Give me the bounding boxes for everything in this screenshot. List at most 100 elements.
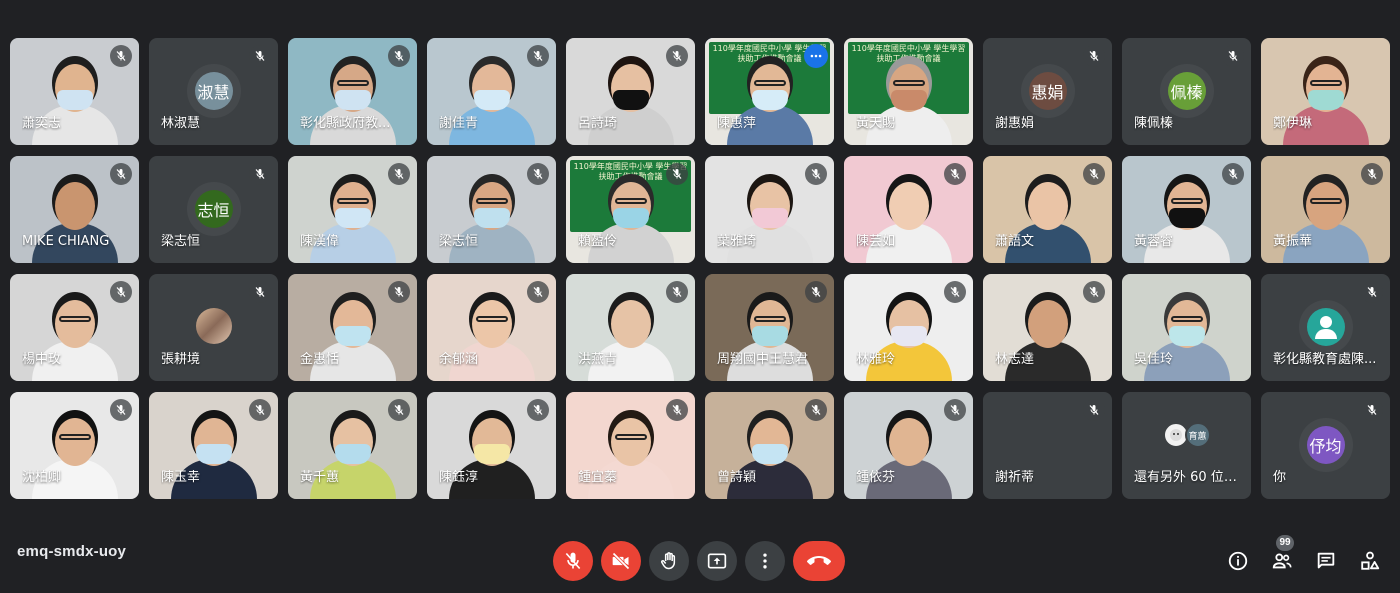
mic-off-icon — [110, 281, 132, 303]
participant-tile[interactable]: 陳漢偉 — [288, 156, 417, 263]
face-mask — [612, 208, 649, 228]
participant-name: 周翔國中王慧君 — [717, 352, 809, 367]
face-mask — [1168, 208, 1205, 228]
glasses — [336, 80, 369, 86]
participant-tile[interactable]: 陳玉幸 — [149, 392, 278, 499]
participant-tile[interactable]: 謝佳青 — [427, 38, 556, 145]
participant-tile[interactable]: 伃均你 — [1261, 392, 1390, 499]
face-mask — [334, 90, 371, 110]
people-icon — [1271, 550, 1293, 572]
participant-tile[interactable]: 楊中玫 — [10, 274, 139, 381]
participant-tile[interactable]: 余郁涵 — [427, 274, 556, 381]
leave-call-button[interactable] — [793, 541, 845, 581]
participant-tile[interactable]: 曾詩穎 — [705, 392, 834, 499]
participant-tile[interactable]: 陳鈺淳 — [427, 392, 556, 499]
participant-name: 彰化縣教育處陳... — [1273, 352, 1377, 367]
participant-tile[interactable]: 110學年度國民中小學 學生學習扶助工作推動會議賴盈伶 — [566, 156, 695, 263]
participant-face — [610, 418, 651, 466]
more-options-icon[interactable] — [804, 44, 828, 68]
face-mask — [751, 326, 788, 346]
mic-off-icon — [666, 163, 688, 185]
participant-tile[interactable]: 周翔國中王慧君 — [705, 274, 834, 381]
participant-tile[interactable]: 黃振華 — [1261, 156, 1390, 263]
glasses — [753, 80, 786, 86]
mic-off-icon — [666, 399, 688, 421]
participant-tile[interactable]: 彰化縣教育處陳... — [1261, 274, 1390, 381]
participant-face — [610, 300, 651, 348]
participant-tile[interactable]: MIKE CHIANG — [10, 156, 139, 263]
mic-off-icon — [527, 45, 549, 67]
glasses — [753, 316, 786, 322]
participant-tile[interactable]: 葉雅琦 — [705, 156, 834, 263]
participant-tile[interactable]: 吳佳玲 — [1122, 274, 1251, 381]
more-options-button[interactable] — [745, 541, 785, 581]
participant-face — [54, 418, 95, 466]
glasses — [336, 198, 369, 204]
participant-name: 梁志恒 — [439, 234, 479, 249]
mic-off-icon — [944, 163, 966, 185]
people-button[interactable]: 99 — [1262, 535, 1302, 581]
mic-off-icon — [1361, 163, 1383, 185]
participant-tile[interactable]: 金惠恬 — [288, 274, 417, 381]
mic-off-icon — [944, 281, 966, 303]
participant-tile[interactable]: 洪燕青 — [566, 274, 695, 381]
glasses — [1170, 198, 1203, 204]
participant-tile[interactable]: 鍾宜蓁 — [566, 392, 695, 499]
mic-off-icon — [249, 399, 271, 421]
participant-tile[interactable]: 陳芸如 — [844, 156, 973, 263]
glasses — [475, 198, 508, 204]
glasses — [1170, 316, 1203, 322]
participant-tile[interactable]: 沈柏卿 — [10, 392, 139, 499]
participant-tile[interactable]: 惠娟 謝惠娟 — [983, 38, 1112, 145]
activities-button[interactable] — [1350, 541, 1390, 581]
info-icon — [1227, 550, 1249, 572]
mic-off-icon — [1222, 163, 1244, 185]
mic-off-icon — [666, 281, 688, 303]
participant-name: 鍾依芬 — [856, 470, 896, 485]
participant-name: 蕭奕志 — [22, 116, 62, 131]
participant-tile[interactable]: 鍾依芬 — [844, 392, 973, 499]
participant-avatar: 志恒 — [194, 190, 233, 228]
participant-tile[interactable]: 志恒 梁志恒 — [149, 156, 278, 263]
participant-tile[interactable]: 110學年度國民中小學 學生學習扶助工作推動會議陳惠萍 — [705, 38, 834, 145]
participant-tile[interactable]: 蕭奕志 — [10, 38, 139, 145]
mic-off-button[interactable] — [553, 541, 593, 581]
participant-tile[interactable]: 佩榛 陳佩榛 — [1122, 38, 1251, 145]
glasses — [614, 198, 647, 204]
participant-face — [54, 182, 95, 230]
participant-tile[interactable]: 呂詩琦 — [566, 38, 695, 145]
participant-tile[interactable]: 梁志恒 — [427, 156, 556, 263]
participant-tile[interactable]: 110學年度國民中小學 學生學習扶助工作推動會議黃天賜 — [844, 38, 973, 145]
participant-grid: 蕭奕志淑慧林淑慧彰化縣政府教...謝佳青呂詩琦110學年度國民中小學 學生學習扶… — [10, 38, 1390, 499]
present-button[interactable] — [697, 541, 737, 581]
participant-name: 洪燕青 — [578, 352, 618, 367]
mic-off-icon — [805, 163, 827, 185]
participant-tile[interactable]: 黃蓉睿 — [1122, 156, 1251, 263]
meeting-details-button[interactable] — [1218, 541, 1258, 581]
participant-name: 你 — [1273, 470, 1287, 485]
meeting-code[interactable]: emq-smdx-uoy — [17, 543, 126, 560]
participant-face — [888, 418, 929, 466]
participant-face — [1027, 182, 1068, 230]
face-mask — [334, 444, 371, 464]
camera-off-button[interactable] — [601, 541, 641, 581]
face-mask — [473, 208, 510, 228]
participant-tile[interactable]: 黃千蕙 — [288, 392, 417, 499]
mic-off-icon — [1083, 45, 1105, 67]
participant-tile[interactable]: 謝祈蒂 — [983, 392, 1112, 499]
mic-off-icon — [249, 163, 271, 185]
participant-tile[interactable]: 張耕境 — [149, 274, 278, 381]
call-end-icon — [807, 549, 831, 573]
face-mask — [56, 90, 93, 110]
participant-name: 蕭語文 — [995, 234, 1035, 249]
participant-name: 彰化縣政府教... — [300, 116, 391, 131]
raise-hand-button[interactable] — [649, 541, 689, 581]
participant-tile[interactable]: 林雅玲 — [844, 274, 973, 381]
chat-button[interactable] — [1306, 541, 1346, 581]
participant-tile[interactable]: 鄭伊琳 — [1261, 38, 1390, 145]
participant-tile[interactable]: 淑慧 林淑慧 — [149, 38, 278, 145]
participant-tile[interactable]: 林志達 — [983, 274, 1112, 381]
participant-tile[interactable]: 蕭語文 — [983, 156, 1112, 263]
participant-tile[interactable]: 彰化縣政府教... — [288, 38, 417, 145]
participant-tile[interactable]: 育蕙還有另外 60 位使用者 — [1122, 392, 1251, 499]
